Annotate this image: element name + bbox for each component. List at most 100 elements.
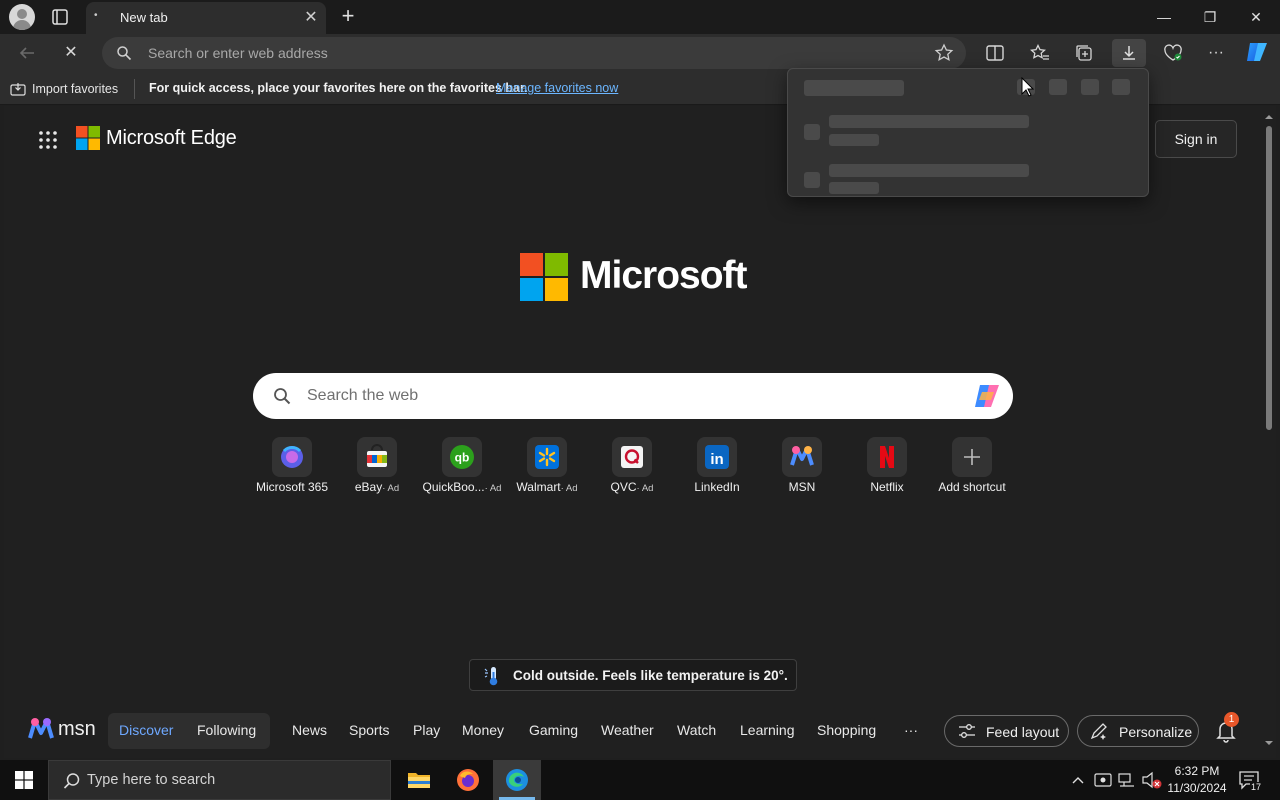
close-window-button[interactable]: ✕ [1236, 4, 1276, 30]
address-bar[interactable] [102, 37, 966, 69]
favorites-icon[interactable] [1027, 41, 1053, 65]
flyout-action-placeholder [1112, 79, 1130, 95]
nav-more-icon[interactable]: ··· [904, 722, 918, 738]
linkedin-icon: in [697, 437, 737, 477]
personalize-button[interactable]: Personalize [1077, 715, 1199, 747]
nav-news[interactable]: News [292, 722, 327, 738]
copilot-search-icon[interactable] [972, 382, 1002, 410]
svg-text:in: in [710, 451, 723, 468]
shortcut-label: QVC [610, 480, 637, 494]
msn-logo-text: msn [58, 718, 96, 740]
nav-shopping[interactable]: Shopping [817, 722, 876, 738]
tab-actions-menu-icon[interactable] [48, 6, 72, 28]
network-icon[interactable] [1118, 772, 1136, 788]
title-bar: • New tab ✕ + — ❐ ✕ [0, 0, 1280, 34]
downloads-icon[interactable] [1112, 39, 1146, 67]
browser-essentials-icon[interactable] [1160, 41, 1186, 65]
scroll-down-arrow-icon[interactable] [1262, 738, 1276, 748]
microsoft-365-icon [272, 437, 312, 477]
ebay-icon [357, 437, 397, 477]
manage-favorites-link[interactable]: Manage favorites now [496, 81, 618, 95]
weather-alert-pill[interactable]: Cold outside. Feels like temperature is … [469, 659, 797, 691]
page-scrollbar[interactable] [1262, 106, 1276, 758]
shortcut-label: Netflix [870, 480, 904, 494]
netflix-icon [867, 437, 907, 477]
personalize-label: Personalize [1119, 724, 1193, 740]
volume-muted-icon[interactable] [1141, 771, 1163, 789]
shortcut-msn[interactable]: MSN [760, 437, 844, 497]
quickbooks-icon: qb [442, 437, 482, 477]
nav-sports[interactable]: Sports [349, 722, 389, 738]
clock-time: 6:32 PM [1174, 764, 1220, 778]
tab-discover[interactable]: Discover [119, 722, 173, 738]
address-input[interactable] [148, 37, 908, 69]
search-icon [274, 388, 291, 405]
close-tab-icon[interactable]: ✕ [302, 9, 320, 27]
downloads-flyout [787, 68, 1149, 197]
shortcut-qvc[interactable]: QVC· Ad [590, 437, 674, 497]
sign-in-button[interactable]: Sign in [1155, 120, 1237, 158]
firefox-taskbar-icon[interactable] [444, 760, 492, 800]
shortcut-add[interactable]: Add shortcut [930, 437, 1014, 497]
favorites-bar-message: For quick access, place your favorites h… [149, 81, 528, 95]
web-search-box[interactable] [253, 373, 1013, 419]
stop-loading-icon[interactable]: ✕ [58, 41, 84, 65]
scroll-up-arrow-icon[interactable] [1262, 112, 1276, 122]
windows-logo-icon [15, 771, 33, 789]
back-arrow-icon[interactable] [14, 41, 40, 65]
walmart-icon [527, 437, 567, 477]
taskbar-search-box[interactable] [48, 760, 391, 800]
shortcut-label: Walmart [516, 480, 561, 494]
action-center-button[interactable]: 17 [1234, 768, 1264, 794]
taskbar-search-input[interactable] [87, 761, 377, 799]
shortcut-ebay[interactable]: eBay· Ad [335, 437, 419, 497]
tray-overflow-chevron-icon[interactable] [1071, 775, 1085, 785]
start-button[interactable] [0, 760, 48, 800]
profile-avatar-button[interactable] [9, 4, 35, 30]
new-tab-button[interactable]: + [336, 5, 360, 29]
msn-butterfly-icon [28, 718, 54, 739]
shortcut-label: Add shortcut [938, 480, 1006, 494]
shortcut-label: Microsoft 365 [255, 480, 329, 494]
shortcut-walmart[interactable]: Walmart· Ad [505, 437, 589, 497]
app-launcher-grid-icon[interactable] [38, 130, 58, 150]
web-search-input[interactable] [307, 373, 907, 419]
meet-now-icon[interactable] [1094, 772, 1112, 788]
nav-gaming[interactable]: Gaming [529, 722, 578, 738]
scrollbar-thumb[interactable] [1266, 126, 1272, 430]
tab-following[interactable]: Following [197, 722, 256, 738]
shortcut-microsoft-365[interactable]: Microsoft 365 [250, 437, 334, 497]
add-shortcut-plus-icon [952, 437, 992, 477]
file-explorer-taskbar-icon[interactable] [395, 760, 443, 800]
split-screen-icon[interactable] [982, 41, 1008, 65]
shortcut-quickbooks[interactable]: qb QuickBoo...· Ad [420, 437, 504, 497]
msn-tab-group: Discover Following [108, 713, 270, 749]
thermometer-icon [484, 667, 498, 686]
add-favorite-star-icon[interactable] [934, 43, 954, 63]
settings-more-icon[interactable]: ··· [1203, 41, 1229, 65]
collections-icon[interactable] [1071, 41, 1097, 65]
search-icon [117, 46, 132, 61]
taskbar-clock[interactable]: 6:32 PM 11/30/2024 [1167, 763, 1227, 797]
minimize-button[interactable]: — [1144, 4, 1184, 30]
import-icon [10, 83, 26, 96]
edge-taskbar-icon[interactable] [493, 760, 541, 800]
shortcut-label: QuickBoo... [422, 480, 485, 494]
msn-logo[interactable]: msn [28, 716, 96, 742]
import-favorites-button[interactable]: Import favorites [10, 79, 118, 99]
shortcut-label: MSN [788, 480, 816, 494]
shortcut-linkedin[interactable]: in LinkedIn [675, 437, 759, 497]
nav-money[interactable]: Money [462, 722, 504, 738]
nav-weather[interactable]: Weather [601, 722, 654, 738]
shortcut-netflix[interactable]: Netflix [845, 437, 929, 497]
feed-layout-button[interactable]: Feed layout [944, 715, 1069, 747]
download-item-icon-placeholder [804, 172, 820, 188]
nav-learning[interactable]: Learning [740, 722, 795, 738]
nav-watch[interactable]: Watch [677, 722, 716, 738]
favorites-divider [134, 79, 135, 99]
copilot-icon[interactable] [1244, 41, 1270, 65]
download-item-meta-placeholder [829, 182, 879, 194]
nav-play[interactable]: Play [413, 722, 440, 738]
tab-new-tab[interactable]: • New tab ✕ [86, 2, 326, 34]
restore-button[interactable]: ❐ [1190, 4, 1230, 30]
